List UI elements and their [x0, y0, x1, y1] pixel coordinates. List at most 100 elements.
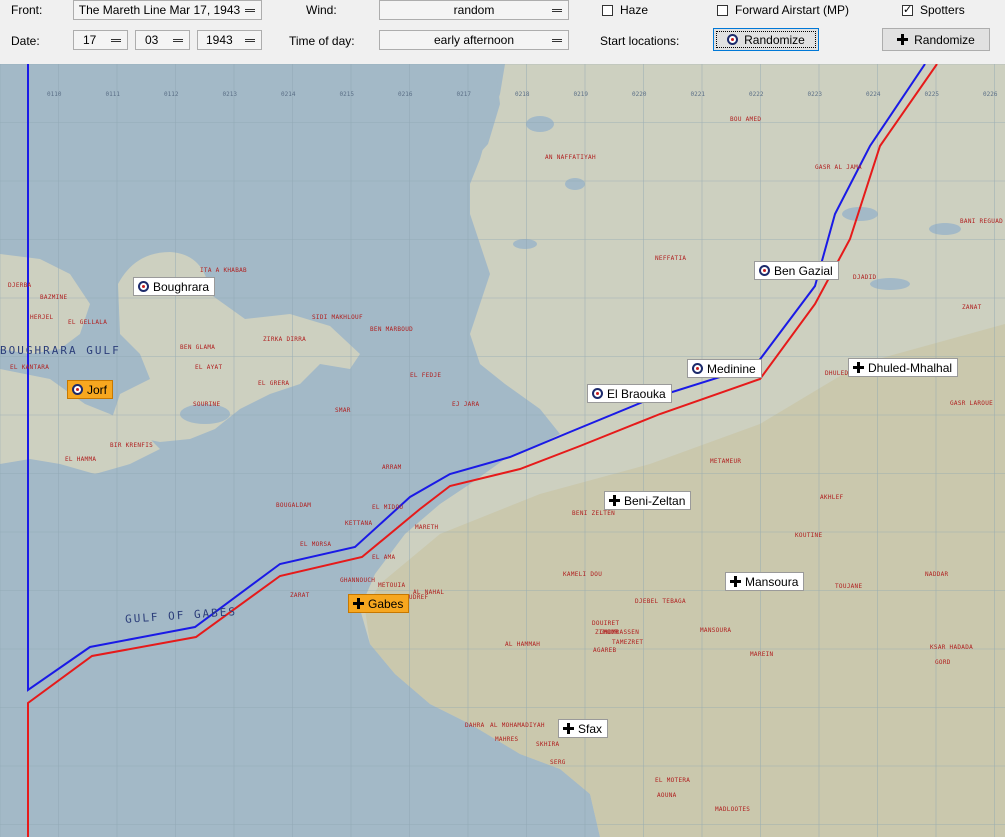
wind-select[interactable]: random [379, 0, 569, 20]
dropdown-arrow-icon [552, 9, 562, 12]
airfield-ben-gazial[interactable]: Ben Gazial [754, 261, 839, 280]
airfield-beni-zeltan[interactable]: Beni-Zeltan [604, 491, 692, 510]
airfield-label: Medinine [707, 361, 756, 376]
day-select[interactable]: 17 [73, 30, 128, 50]
year-select[interactable]: 1943 [197, 30, 262, 50]
place-name: BIR KRENFIS [110, 442, 154, 449]
place-name: MADLOOTES [715, 806, 751, 813]
balkenkreuz-icon [897, 34, 909, 45]
airfield-boughrara[interactable]: Boughrara [133, 277, 216, 296]
grid-label: 0215 [340, 91, 355, 98]
map-view[interactable]: 0110 0111 0112 0213 0214 0215 0216 0217 0218 0219… [0, 64, 1005, 837]
place-name: GASR AL JAMA [815, 164, 862, 171]
haze-checkbox[interactable]: Haze [602, 3, 648, 17]
place-name: GHANNOUCH [340, 577, 376, 584]
grid-label: 0225 [925, 91, 940, 98]
place-name: NADDAR [925, 571, 949, 578]
balkenkreuz-icon [730, 576, 741, 587]
grid-label: 0213 [223, 91, 238, 98]
front-select[interactable]: The Mareth Line Mar 17, 1943 [73, 0, 262, 20]
place-name: SKHIRA [536, 741, 560, 748]
airfield-label: Beni-Zeltan [624, 493, 686, 508]
time-of-day-select[interactable]: early afternoon [379, 30, 569, 50]
month-select[interactable]: 03 [135, 30, 190, 50]
place-name: DAHRA [465, 722, 485, 729]
airfield-medinine[interactable]: Medinine [687, 359, 762, 378]
grid-label: 0112 [164, 91, 179, 98]
airfield-sfax[interactable]: Sfax [558, 719, 609, 738]
place-name: DJADID [853, 274, 877, 281]
airfield-jorf[interactable]: Jorf [67, 380, 114, 399]
forward-airstart-checkbox[interactable]: Forward Airstart (MP) [717, 3, 849, 17]
spotters-checkbox[interactable]: ✓ Spotters [902, 3, 965, 17]
place-name: MAREIN [750, 651, 774, 658]
checkbox-box[interactable] [717, 4, 728, 16]
year-value: 1943 [206, 33, 233, 47]
spotters-label: Spotters [920, 3, 965, 17]
wind-value: random [453, 3, 495, 17]
place-name: SOURINE [193, 401, 221, 408]
start-locations-label: Start locations: [600, 34, 680, 48]
place-name: AL NAHAL [413, 589, 445, 596]
sea-name: BOUGHRARA GULF [0, 344, 121, 357]
place-name: BAZMINE [40, 294, 68, 301]
place-name: ZANAT [962, 304, 982, 311]
date-label: Date: [11, 34, 40, 48]
dropdown-arrow-icon [173, 39, 183, 42]
randomize-allied-label: Randomize [744, 32, 805, 47]
month-value: 03 [145, 33, 159, 47]
place-name: AOUNA [657, 792, 677, 799]
raf-roundel-icon [592, 388, 603, 399]
balkenkreuz-icon [563, 723, 574, 734]
place-name: GASR LAROUE [950, 400, 994, 407]
place-name: BOUGALDAM [276, 502, 312, 509]
haze-label: Haze [620, 3, 649, 17]
balkenkreuz-icon [609, 495, 620, 506]
place-name: KOUTINE [795, 532, 823, 539]
place-name: MARETH [415, 524, 439, 531]
dropdown-arrow-icon [552, 39, 562, 42]
airfield-mansoura[interactable]: Mansoura [725, 572, 805, 591]
grid-label: 0214 [281, 91, 296, 98]
dropdown-arrow-icon [245, 9, 255, 12]
airfield-gabes[interactable]: Gabes [348, 594, 410, 613]
place-name: DHULED [825, 370, 849, 377]
place-name: MANSOURA [700, 627, 732, 634]
checkbox-box[interactable] [602, 4, 613, 16]
airfield-label: Boughrara [153, 279, 210, 294]
grid-label: 0222 [749, 91, 764, 98]
grid-label: 0224 [866, 91, 881, 98]
grid-label: 0216 [398, 91, 413, 98]
balkenkreuz-icon [353, 598, 364, 609]
place-name: KETTANA [345, 520, 373, 527]
place-name: AGAREB [593, 647, 617, 654]
airfield-el-braouka[interactable]: El Braouka [587, 384, 672, 403]
place-name: BENI ZELTEN [572, 510, 616, 517]
place-name: SIDI MAKHLOUF [312, 314, 363, 321]
randomize-axis-button[interactable]: Randomize [882, 28, 990, 51]
time-of-day-label: Time of day: [289, 34, 355, 48]
airfield-dhuled-mhalhal[interactable]: Dhuled-Mhalhal [848, 358, 959, 377]
place-name: EL AYAT [195, 364, 223, 371]
wind-label: Wind: [306, 3, 337, 17]
place-name: KSAR HADADA [930, 644, 974, 651]
place-name: ITA A KHABAB [200, 267, 247, 274]
place-name: ARRAM [382, 464, 402, 471]
place-name: DOUIRET [592, 620, 620, 627]
place-name: AN NAFFATIYAH [545, 154, 596, 161]
checkbox-box[interactable]: ✓ [902, 4, 913, 16]
airfield-label: Ben Gazial [774, 263, 833, 278]
airfield-label: Sfax [578, 721, 603, 736]
raf-roundel-icon [138, 281, 149, 292]
front-value: The Mareth Line Mar 17, 1943 [78, 3, 241, 17]
place-name: AL HAMMAH [505, 641, 541, 648]
grid-label: 0217 [457, 91, 472, 98]
place-name: EL FEDJE [410, 372, 442, 379]
randomize-allied-button[interactable]: Randomize [713, 28, 819, 51]
place-name: BOU AMED [730, 116, 762, 123]
place-name: EL HAMMA [65, 456, 97, 463]
place-name: SMAR [335, 407, 351, 414]
place-name: EL GELLALA [68, 319, 108, 326]
dropdown-arrow-icon [245, 39, 255, 42]
raf-roundel-icon [692, 363, 703, 374]
